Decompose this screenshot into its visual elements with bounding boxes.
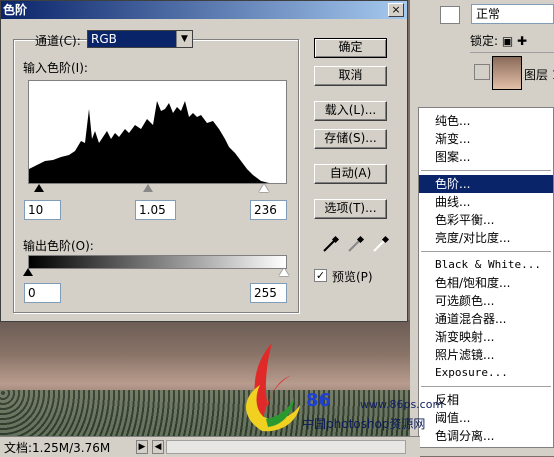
black-eyedropper-icon[interactable] bbox=[321, 235, 341, 253]
gray-eyedropper-icon[interactable] bbox=[346, 235, 366, 253]
menu-separator bbox=[421, 386, 551, 387]
ok-button[interactable]: 确定 bbox=[314, 38, 387, 58]
input-white-field[interactable]: 236 bbox=[250, 200, 287, 220]
menu-item-channel-mixer[interactable]: 通道混合器... bbox=[419, 310, 553, 328]
channel-label: 通道(C): bbox=[35, 34, 81, 48]
lock-transparent-icon[interactable]: ▣ bbox=[502, 34, 513, 48]
input-black-slider[interactable] bbox=[34, 184, 44, 192]
chevron-down-icon[interactable]: ▼ bbox=[176, 31, 192, 47]
channel-value: RGB bbox=[91, 32, 117, 46]
watermark: 86 www.86ps.com 中国photoshop资源网 bbox=[232, 335, 443, 440]
layer-name[interactable]: 图层 1 bbox=[524, 66, 554, 83]
histogram bbox=[28, 80, 287, 184]
scroll-left-icon[interactable]: ◀ bbox=[152, 440, 164, 454]
menu-item-black-white[interactable]: Black & White... bbox=[419, 256, 553, 274]
watermark-caption: 中国photoshop资源网 bbox=[302, 417, 426, 431]
watermark-number: 86 bbox=[306, 390, 332, 411]
input-gamma-field[interactable]: 1.05 bbox=[135, 200, 176, 220]
levels-dialog: 色阶 × 通道(C): RGB ▼ 输入色阶(I): 10 1.05 236 输… bbox=[0, 0, 408, 322]
cancel-button[interactable]: 取消 bbox=[314, 66, 387, 86]
output-white-field[interactable]: 255 bbox=[250, 283, 287, 303]
blend-mode-value: 正常 bbox=[476, 7, 501, 21]
lock-label: 锁定: bbox=[470, 34, 499, 48]
close-button[interactable]: × bbox=[388, 3, 404, 17]
menu-item-threshold[interactable]: 阈值... bbox=[419, 409, 553, 427]
options-button[interactable]: 选项(T)... bbox=[314, 199, 387, 219]
dialog-titlebar[interactable]: 色阶 bbox=[1, 1, 407, 19]
channel-select[interactable]: RGB ▼ bbox=[87, 30, 193, 48]
save-button[interactable]: 存储(S)... bbox=[314, 129, 387, 149]
menu-item-color-balance[interactable]: 色彩平衡... bbox=[419, 211, 553, 229]
layer-thumbnail bbox=[492, 56, 522, 90]
doc-info[interactable]: 文档:1.25M/3.76M bbox=[4, 439, 110, 456]
blend-mode-select[interactable]: 正常 bbox=[471, 4, 554, 24]
output-gradient-bar bbox=[28, 255, 287, 269]
watermark-site: www.86ps.com bbox=[360, 398, 444, 411]
menu-item-hue-saturation[interactable]: 色相/饱和度... bbox=[419, 274, 553, 292]
menu-item-curves[interactable]: 曲线... bbox=[419, 193, 553, 211]
output-black-slider[interactable] bbox=[23, 268, 33, 276]
menu-separator bbox=[421, 251, 551, 252]
menu-item-selective-color[interactable]: 可选颜色... bbox=[419, 292, 553, 310]
preview-checkbox[interactable]: ✓ bbox=[314, 269, 327, 282]
panel-options-icon[interactable] bbox=[440, 6, 460, 24]
menu-item-gradient-map[interactable]: 渐变映射... bbox=[419, 328, 553, 346]
input-white-slider[interactable] bbox=[259, 184, 269, 192]
preview-label: 预览(P) bbox=[332, 270, 373, 284]
dialog-title: 色阶 bbox=[3, 3, 28, 17]
histogram-graphic bbox=[29, 101, 269, 183]
auto-button[interactable]: 自动(A) bbox=[314, 164, 387, 184]
lock-row: 锁定: ▣ ✚ bbox=[470, 32, 527, 49]
menu-item-photo-filter[interactable]: 照片滤镜... bbox=[419, 346, 553, 364]
layer-visibility-toggle[interactable] bbox=[474, 64, 490, 80]
white-eyedropper-icon[interactable] bbox=[371, 235, 391, 253]
status-bar: 文档:1.25M/3.76M ▶ ◀ bbox=[0, 436, 420, 457]
menu-item-posterize[interactable]: 色调分离... bbox=[419, 427, 553, 445]
menu-item-gradient[interactable]: 渐变... bbox=[419, 130, 553, 148]
adjustment-menu: 纯色... 渐变... 图案... 色阶... 曲线... 色彩平衡... 亮度… bbox=[418, 107, 554, 448]
output-white-slider[interactable] bbox=[279, 268, 289, 276]
watermark-logo-icon bbox=[246, 343, 300, 432]
menu-separator bbox=[421, 170, 551, 171]
input-black-field[interactable]: 10 bbox=[24, 200, 61, 220]
load-button[interactable]: 载入(L)... bbox=[314, 101, 387, 121]
menu-item-pattern[interactable]: 图案... bbox=[419, 148, 553, 166]
menu-item-levels[interactable]: 色阶... bbox=[419, 175, 553, 193]
output-black-field[interactable]: 0 bbox=[24, 283, 61, 303]
output-levels-label: 输出色阶(O): bbox=[23, 239, 94, 253]
menu-item-exposure[interactable]: Exposure... bbox=[419, 364, 553, 382]
menu-item-solid-color[interactable]: 纯色... bbox=[419, 112, 553, 130]
menu-item-brightness-contrast[interactable]: 亮度/对比度... bbox=[419, 229, 553, 247]
input-levels-label: 输入色阶(I): bbox=[23, 61, 88, 75]
horizontal-scrollbar[interactable] bbox=[166, 440, 406, 454]
lock-move-icon[interactable]: ✚ bbox=[517, 34, 527, 48]
status-menu-arrow-icon[interactable]: ▶ bbox=[136, 440, 148, 454]
input-gamma-slider[interactable] bbox=[143, 184, 153, 192]
